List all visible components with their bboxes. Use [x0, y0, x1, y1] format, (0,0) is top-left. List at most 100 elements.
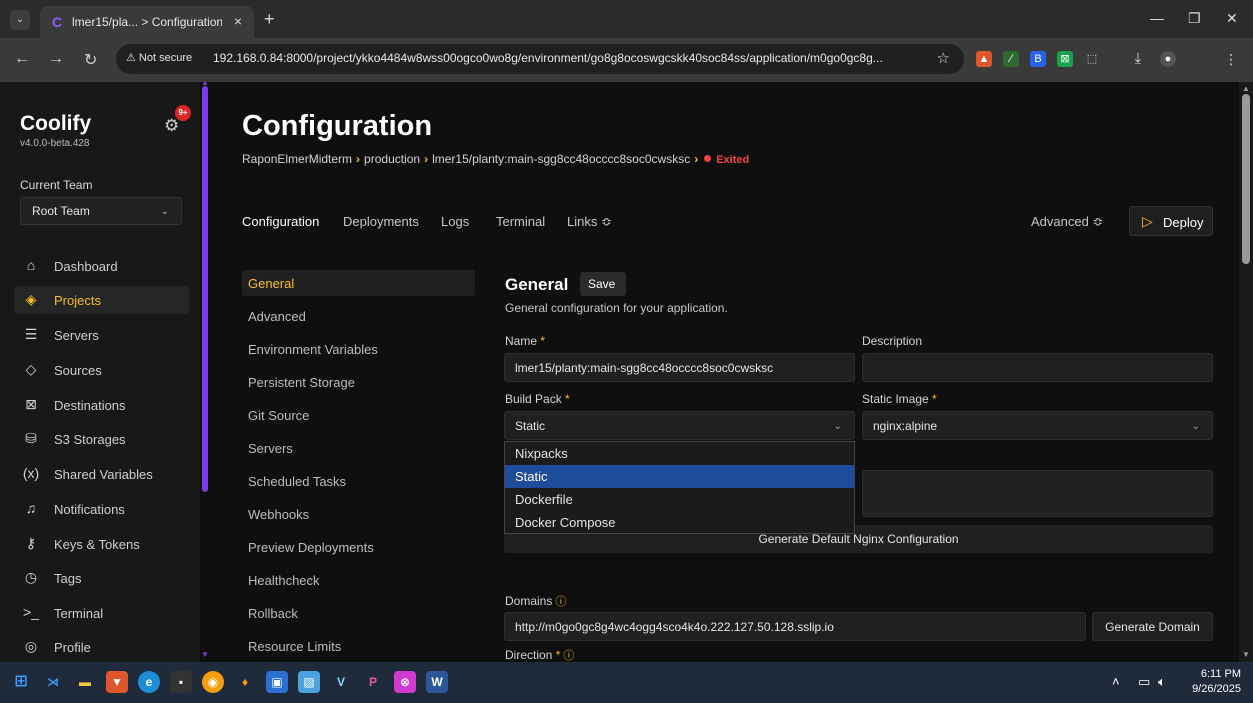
extension-blue-icon[interactable]: B [1030, 51, 1046, 67]
url-bar[interactable]: ⚠ Not secure 192.168.0.84:8000/project/y… [116, 44, 964, 74]
subnav-git-source[interactable]: Git Source [242, 402, 475, 428]
dropdown-option-docker-compose[interactable]: Docker Compose [505, 511, 854, 534]
tray-volume-icon[interactable]: 🔈︎ [1158, 674, 1166, 690]
profile-avatar-icon[interactable]: ● [1160, 51, 1176, 67]
chrome-icon[interactable]: ◉ [202, 671, 224, 693]
build-pack-select[interactable]: Static ⌄ [504, 411, 855, 440]
app-purple-icon[interactable]: ⊗ [394, 671, 416, 693]
nginx-config-textarea[interactable] [862, 470, 1213, 517]
windows-start-icon[interactable]: ⊞ [10, 671, 32, 693]
dropdown-option-nixpacks[interactable]: Nixpacks [505, 442, 854, 465]
sidebar-item-profile[interactable]: ◎ Profile [14, 633, 189, 661]
tab-search-icon[interactable]: ⌄ [10, 10, 30, 30]
notification-badge[interactable]: 9+ [175, 105, 191, 121]
subnav-scheduled-tasks[interactable]: Scheduled Tasks [242, 468, 475, 494]
subnav-advanced[interactable]: Advanced [242, 303, 475, 329]
subnav-healthcheck[interactable]: Healthcheck [242, 567, 475, 593]
subnav-resource-limits[interactable]: Resource Limits [242, 633, 475, 659]
bookmark-star-icon[interactable]: ☆ [937, 49, 950, 67]
subnav-servers[interactable]: Servers [242, 435, 475, 461]
word-icon[interactable]: W [426, 671, 448, 693]
sidebar-item-keys-tokens[interactable]: ⚷ Keys & Tokens [14, 530, 189, 558]
sidebar-item-sources[interactable]: ◇ Sources [14, 356, 189, 384]
extension-grid-icon[interactable]: ⊠ [1057, 51, 1073, 67]
tab-links[interactable]: Links ≎ [567, 214, 612, 230]
url-text[interactable]: 192.168.0.84:8000/project/ykko4484w8wss0… [213, 51, 933, 65]
file-explorer-icon[interactable]: ▬ [74, 671, 96, 693]
app-blue-icon[interactable]: ▣ [266, 671, 288, 693]
browser-tab[interactable]: C lmer15/pla... > Configuration | C × [40, 6, 254, 38]
deploy-button[interactable]: ▷ Deploy [1129, 206, 1213, 236]
vscode-icon[interactable]: ⋊ [42, 671, 64, 693]
dropdown-option-static[interactable]: Static [505, 465, 854, 488]
brave-icon[interactable]: ▼ [106, 671, 128, 693]
subnav-environment-variables[interactable]: Environment Variables [242, 336, 475, 362]
tab-close-icon[interactable]: × [234, 13, 242, 29]
restore-icon[interactable]: ❐ [1188, 10, 1201, 27]
breadcrumb-project[interactable]: RaponElmerMidterm [242, 152, 352, 166]
team-select-value: Root Team [32, 204, 90, 218]
back-icon[interactable]: ← [14, 50, 30, 68]
static-image-select[interactable]: nginx:alpine ⌄ [862, 411, 1213, 440]
tray-chevron-up-icon[interactable]: ˄ [1112, 674, 1120, 689]
browser-menu-icon[interactable]: ⋮ [1223, 51, 1239, 67]
terminal-app-icon[interactable]: ▪ [170, 671, 192, 693]
dropdown-option-dockerfile[interactable]: Dockerfile [505, 488, 854, 511]
scroll-up-icon[interactable]: ▲ [1242, 84, 1250, 93]
sidebar-item-dashboard[interactable]: ⌂ Dashboard [14, 252, 189, 280]
breadcrumb-app[interactable]: lmer15/planty:main-sgg8cc48occcc8soc0cws… [432, 152, 690, 166]
domains-field[interactable]: http://m0go0gc8g4wc4ogg4sco4k4o.222.127.… [504, 612, 1086, 641]
page-scrollbar-thumb[interactable] [1242, 94, 1250, 264]
sidebar-scrollbar-thumb[interactable] [202, 86, 208, 492]
not-secure-badge[interactable]: ⚠ Not secure [126, 51, 192, 64]
forward-icon[interactable]: → [48, 50, 64, 68]
minimize-icon[interactable]: — [1150, 10, 1164, 26]
save-button[interactable]: Save [580, 272, 626, 296]
subnav-webhooks[interactable]: Webhooks [242, 501, 475, 527]
name-field[interactable]: lmer15/planty:main-sgg8cc48occcc8soc0cws… [504, 353, 855, 382]
tab-deployments[interactable]: Deployments [343, 214, 419, 229]
sidebar-item-projects[interactable]: ◈ Projects [14, 286, 189, 314]
description-field[interactable] [862, 353, 1213, 382]
app-orange-icon[interactable]: ♦ [234, 671, 256, 693]
domains-value: http://m0go0gc8g4wc4ogg4sco4k4o.222.127.… [515, 620, 834, 634]
reload-icon[interactable]: ↻ [84, 50, 97, 70]
extension-green-icon[interactable]: ⁄ [1003, 51, 1019, 67]
tab-logs[interactable]: Logs [441, 214, 469, 229]
sidebar-item-destinations[interactable]: ⊠ Destinations [14, 391, 189, 419]
subnav-general[interactable]: General [242, 270, 475, 296]
clock[interactable]: 6:11 PM 9/26/2025 [1192, 667, 1241, 697]
info-icon[interactable]: ⓘ [555, 596, 566, 608]
app-vs-icon[interactable]: V [330, 671, 352, 693]
new-tab-button[interactable]: + [264, 9, 275, 30]
coolify-app: Coolify v4.0.0-beta.428 ⚙ 9+ Current Tea… [0, 82, 1253, 662]
advanced-dropdown[interactable]: Advanced ≎ [1031, 214, 1103, 230]
app-pink-icon[interactable]: P [362, 671, 384, 693]
sidebar-item-tags[interactable]: ◷ Tags [14, 564, 189, 592]
tab-configuration[interactable]: Configuration [242, 214, 319, 229]
tray-network-icon[interactable]: ▭ [1138, 674, 1150, 690]
generate-domain-button[interactable]: Generate Domain [1092, 612, 1213, 641]
close-window-icon[interactable]: ✕ [1226, 10, 1238, 27]
breadcrumb-environment[interactable]: production [364, 152, 420, 166]
photos-icon[interactable]: ▨ [298, 671, 320, 693]
sidebar-item-s3-storages[interactable]: ⛁ S3 Storages [14, 425, 189, 453]
sidebar-item-terminal[interactable]: >_ Terminal [14, 599, 189, 627]
info-icon[interactable]: ⓘ [563, 650, 574, 662]
sidebar-item-shared-variables[interactable]: (x) Shared Variables [14, 460, 189, 488]
sidebar-item-servers[interactable]: ☰ Servers [14, 321, 189, 349]
brave-lion-extension-icon[interactable]: ▲ [976, 51, 992, 67]
extensions-puzzle-icon[interactable]: ⬚ [1084, 51, 1100, 67]
sidebar-scroll-down-icon[interactable]: ▼ [201, 650, 209, 659]
edge-icon[interactable]: e [138, 671, 160, 693]
tab-terminal[interactable]: Terminal [496, 214, 545, 229]
team-select[interactable]: Root Team ⌄ [20, 197, 182, 225]
page-scrollbar[interactable]: ▲ ▼ [1239, 82, 1253, 662]
subnav-preview-deployments[interactable]: Preview Deployments [242, 534, 475, 560]
scroll-down-icon[interactable]: ▼ [1242, 650, 1250, 659]
brand-logo[interactable]: Coolify [20, 112, 91, 136]
sidebar-item-notifications[interactable]: ♫ Notifications [14, 495, 189, 523]
subnav-rollback[interactable]: Rollback [242, 600, 475, 626]
subnav-persistent-storage[interactable]: Persistent Storage [242, 369, 475, 395]
download-icon[interactable]: ⤓ [1130, 51, 1146, 67]
